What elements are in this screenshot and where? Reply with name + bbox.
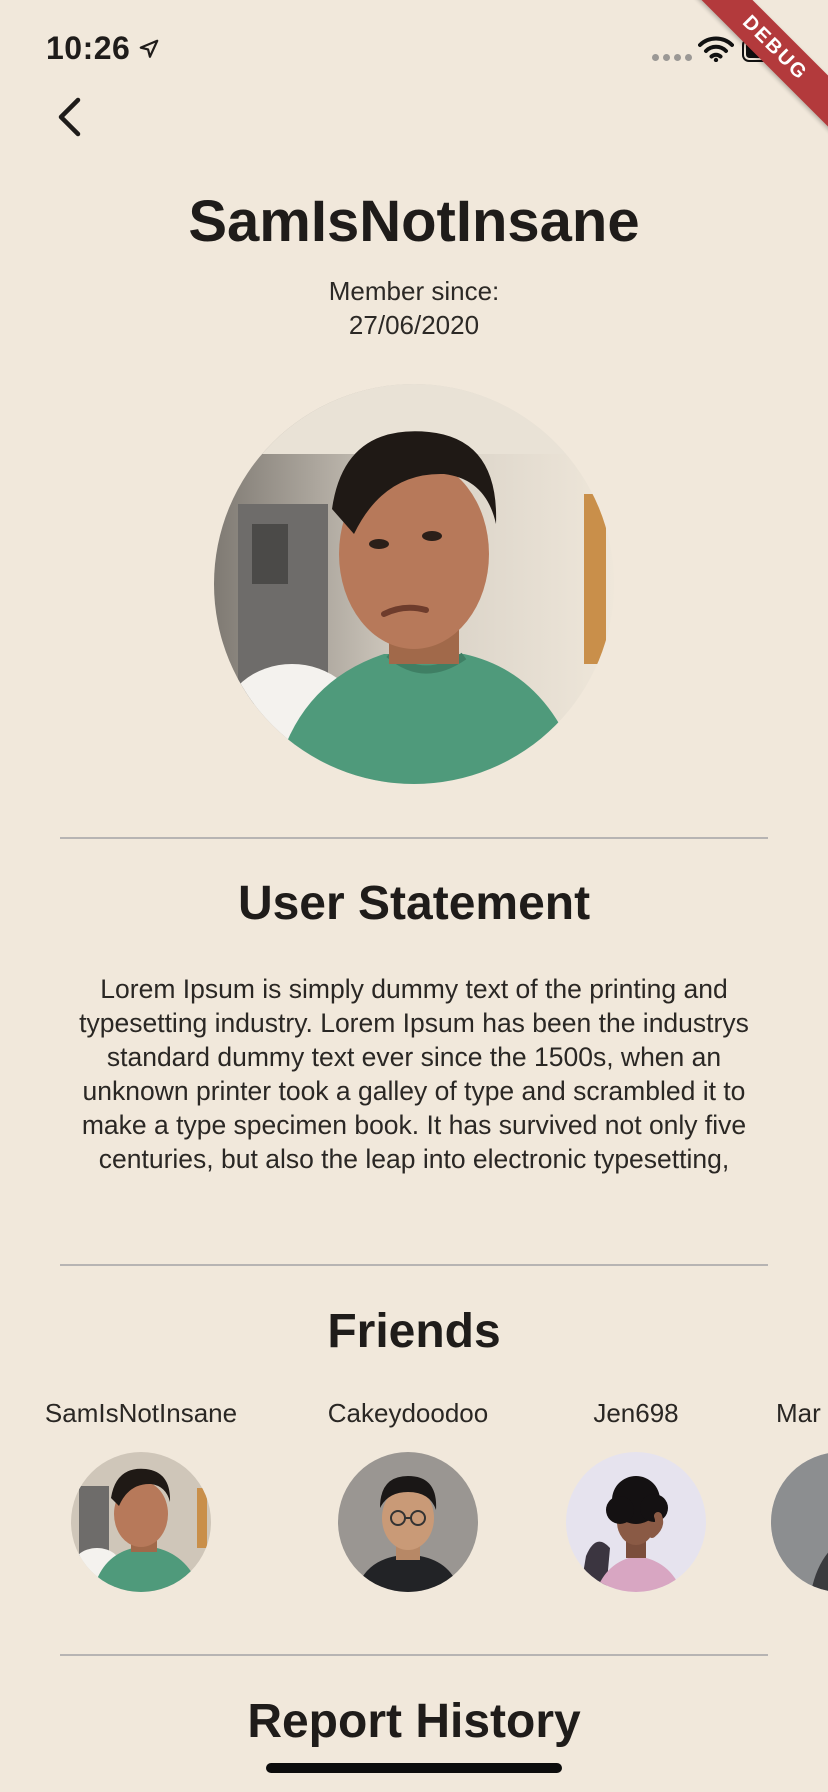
profile-username: SamIsNotInsane (188, 189, 640, 254)
status-time: 10:26 (46, 30, 131, 66)
report-history-title: Report History (247, 1695, 581, 1748)
friend-name: Jen698 (593, 1398, 679, 1428)
profile-avatar (214, 384, 614, 784)
friend-avatar[interactable] (566, 1452, 706, 1592)
friend-avatar[interactable] (338, 1452, 478, 1592)
friends-title: Friends (327, 1305, 501, 1358)
member-since-date: 27/06/2020 (348, 310, 480, 340)
friend-item[interactable]: Jen698 (521, 1398, 751, 1592)
back-button[interactable] (50, 94, 90, 140)
member-since-label: Member since: (328, 276, 500, 306)
friend-name: Mar (776, 1398, 821, 1428)
friend-avatar[interactable] (71, 1452, 211, 1592)
user-statement-title: User Statement (237, 877, 591, 930)
profile-screen: 10:26 DEBUG SamIsNotInsane Member since:… (0, 0, 828, 1792)
cellular-signal-icon (652, 54, 692, 61)
friend-item[interactable]: Cakeydoodoo (293, 1398, 523, 1592)
friend-item[interactable]: SamIsNotInsane (26, 1398, 256, 1592)
location-arrow-icon (139, 39, 159, 58)
divider (60, 837, 768, 839)
user-statement-text: Lorem Ipsum is simply dummy text of the … (79, 974, 749, 1174)
friend-avatar[interactable] (771, 1452, 828, 1592)
divider (60, 1264, 768, 1266)
chevron-left-icon (58, 97, 81, 137)
debug-banner: DEBUG (688, 0, 828, 135)
friend-name: SamIsNotInsane (44, 1398, 238, 1428)
divider (60, 1654, 768, 1656)
wifi-icon (698, 36, 734, 62)
home-indicator[interactable] (266, 1763, 562, 1773)
friend-name: Cakeydoodoo (327, 1398, 489, 1428)
friend-item[interactable]: Mar (741, 1398, 828, 1592)
